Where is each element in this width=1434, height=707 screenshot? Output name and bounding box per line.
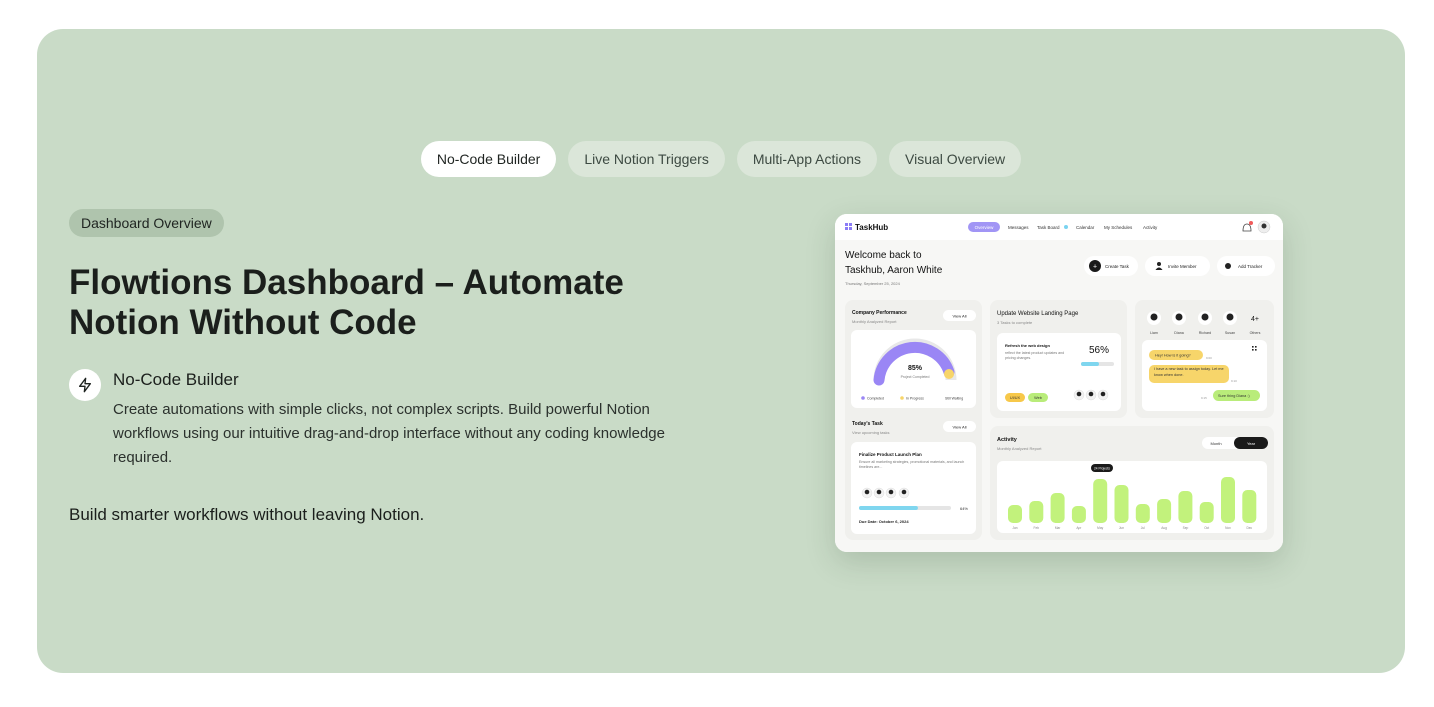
landing-subtitle: 3 Tasks to complete <box>997 320 1033 325</box>
hero-panel: No-Code Builder Live Notion Triggers Mul… <box>37 29 1405 673</box>
activity-month-label: Jan <box>1012 526 1017 530</box>
feature-tabs: No-Code Builder Live Notion Triggers Mul… <box>37 141 1405 177</box>
welcome-date: Thursday, September 25, 2024 <box>845 281 901 286</box>
tab-live-notion-triggers[interactable]: Live Notion Triggers <box>568 141 725 177</box>
dashboard-preview: TaskHub Overview Messages Task Board Cal… <box>835 214 1283 552</box>
tagline: Build smarter workflows without leaving … <box>69 505 425 524</box>
activity-bar-feb <box>1029 501 1044 523</box>
member-liam: Liam <box>1150 331 1158 335</box>
add-tracker-label: Add Tracker <box>1238 264 1263 269</box>
activity-bar-jun <box>1114 485 1129 523</box>
activity-bar-apr <box>1071 506 1086 523</box>
lightning-icon <box>69 369 101 401</box>
today-view-all-label: View All <box>953 425 967 430</box>
tab-visual-overview[interactable]: Visual Overview <box>889 141 1022 177</box>
member-diana: Diana <box>1174 331 1183 335</box>
svg-text:Sure thing Diana :): Sure thing Diana :) <box>1218 394 1250 398</box>
page-title: Flowtions Dashboard – Automate Notion Wi… <box>69 263 624 342</box>
feature-description: Create automations with simple clicks, n… <box>113 401 665 466</box>
svg-text:+: + <box>1093 264 1097 271</box>
landing-task-title: Refresh the web design <box>1005 343 1050 348</box>
svg-text:Hey! How is it going?: Hey! How is it going? <box>1155 354 1191 358</box>
nav-overview[interactable]: Overview <box>975 225 995 230</box>
legend-in-progress: In Progress <box>906 397 924 401</box>
welcome-line-2: Taskhub, Aaron White <box>845 265 943 276</box>
nav-messages[interactable]: Messages <box>1008 225 1029 230</box>
legend-still-waiting: Still Waiting <box>945 397 963 401</box>
toggle-month[interactable]: Month <box>1210 441 1221 446</box>
tab-no-code-builder[interactable]: No-Code Builder <box>420 141 557 177</box>
landing-progress-bar <box>1081 362 1099 366</box>
activity-bar-jan <box>1008 505 1022 523</box>
activity-month-label: Oct <box>1204 526 1209 530</box>
activity-month-label: Feb <box>1034 526 1040 530</box>
activity-bar-aug <box>1157 499 1172 523</box>
activity-month-label: Aug <box>1161 526 1167 530</box>
today-due-date: Due Date: October 6, 2024 <box>859 519 909 524</box>
others-label: Others <box>1250 331 1261 335</box>
performance-view-all-label: View All <box>953 314 967 319</box>
activity-bar-nov <box>1221 477 1235 523</box>
performance-percent: 85% <box>908 365 923 372</box>
activity-tooltip-label: 24 Projects <box>1094 467 1110 471</box>
nav-task-board[interactable]: Task Board <box>1037 225 1060 230</box>
today-task-title: Finalize Product Launch Plan <box>859 452 922 457</box>
activity-title: Activity <box>997 437 1018 443</box>
activity-bar-oct <box>1199 502 1214 523</box>
feature-title: No-Code Builder <box>113 370 239 389</box>
activity-month-label: Nov <box>1225 526 1231 530</box>
performance-subtitle: Monthly Analyzed Report <box>852 319 897 324</box>
tracker-icon <box>1225 263 1231 269</box>
activity-bar-may <box>1093 479 1108 523</box>
legend-completed: Completed <box>867 397 884 401</box>
activity-month-label: Jun <box>1119 526 1124 530</box>
activity-month-label: Jul <box>1141 526 1145 530</box>
invite-member-label: Invite Member <box>1168 264 1197 269</box>
chat-time-1: 9:00 <box>1206 356 1212 360</box>
user-icon <box>1157 262 1161 266</box>
toggle-year[interactable]: Year <box>1247 441 1256 446</box>
landing-assignee-avatars <box>1073 389 1109 401</box>
landing-task-description: reflect the latest product updates and p… <box>1005 351 1065 360</box>
member-susan: Susan <box>1225 331 1235 335</box>
landing-percent: 56% <box>1089 345 1109 356</box>
today-percent: 64% <box>960 506 968 511</box>
landing-title: Update Website Landing Page <box>997 311 1079 317</box>
performance-title: Company Performance <box>852 310 907 316</box>
create-task-label: Create Task <box>1105 264 1130 269</box>
chat-time-3: 9:15 <box>1201 396 1207 400</box>
activity-month-label: Mar <box>1055 526 1061 530</box>
welcome-line-1: Welcome back to <box>845 250 922 261</box>
activity-month-label: Dec <box>1246 526 1252 530</box>
activity-subtitle: Monthly Analyzed Report <box>997 446 1042 451</box>
activity-month-label: May <box>1097 526 1103 530</box>
member-richard: Richard <box>1199 331 1211 335</box>
nav-my-schedules[interactable]: My Schedules <box>1104 225 1133 230</box>
activity-bar-dec <box>1242 490 1257 523</box>
today-title: Today's Task <box>852 421 883 427</box>
today-task-description: Ensure all marketing strategies, promoti… <box>859 460 965 469</box>
svg-text:UI/UX: UI/UX <box>1010 396 1021 400</box>
performance-caption: Project Completed <box>901 375 930 379</box>
task-board-dot <box>1064 225 1068 229</box>
tab-multi-app-actions[interactable]: Multi-App Actions <box>736 141 878 177</box>
svg-text:Web: Web <box>1034 396 1042 400</box>
others-count[interactable]: 4+ <box>1251 316 1259 323</box>
activity-bar-jul <box>1135 504 1150 523</box>
activity-bar-sep <box>1178 491 1193 523</box>
nav-activity[interactable]: Activity <box>1143 225 1158 230</box>
today-subtitle: View upcoming tasks <box>852 430 890 435</box>
activity-month-label: Sep <box>1183 526 1189 530</box>
today-progress-bar <box>859 506 918 510</box>
activity-bar-mar <box>1050 493 1065 523</box>
dashboard-brand: TaskHub <box>855 223 888 232</box>
nav-calendar[interactable]: Calendar <box>1076 225 1095 230</box>
chat-time-2: 9:10 <box>1231 379 1237 383</box>
section-badge: Dashboard Overview <box>69 209 224 237</box>
